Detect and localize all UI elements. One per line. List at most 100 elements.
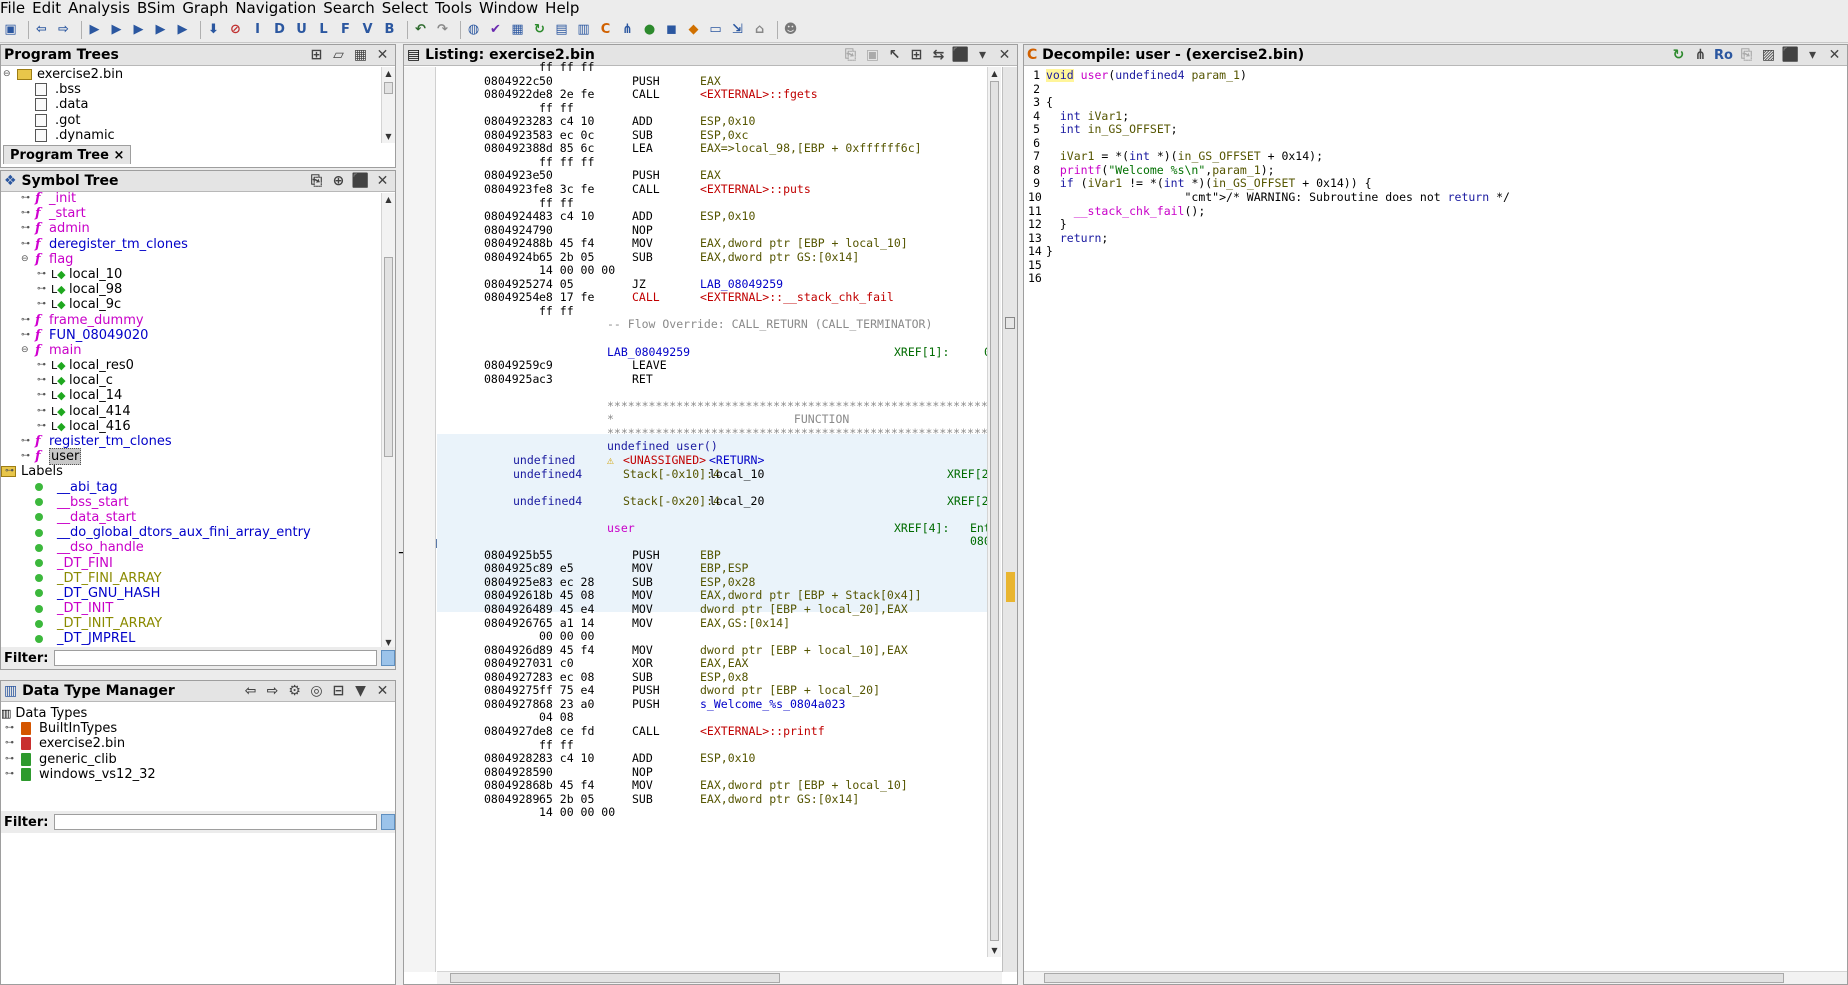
listing-row[interactable]: ff ff	[437, 304, 997, 319]
scroll-down-icon[interactable]: ▼	[988, 944, 1001, 957]
scroll-down-icon[interactable]: ▼	[382, 130, 395, 143]
close-icon[interactable]: ✕	[374, 683, 391, 700]
run-icon[interactable]: ●	[641, 21, 658, 38]
symbol-item[interactable]: ⊶ f FUN_08049020	[1, 328, 380, 343]
expand-icon[interactable]: ⊶	[37, 419, 46, 434]
refresh-icon[interactable]: ↻	[531, 21, 548, 38]
next-instruction-icon[interactable]: ▶	[86, 21, 103, 38]
decompile-line[interactable]: 6	[1028, 136, 1046, 151]
menu-help[interactable]: Help	[545, 0, 586, 17]
symbol-item[interactable]: ⊶ L◆ local_res0	[1, 358, 380, 373]
copy-icon[interactable]: ⎘	[1738, 47, 1755, 64]
scroll-up-icon[interactable]: ▲	[382, 67, 395, 80]
decompile-line[interactable]: 1 void user(undefined4 param_1)	[1028, 69, 1247, 83]
listing-row[interactable]: 08049259 c9 LEAVE	[437, 359, 997, 373]
symbol-item[interactable]: ⊶ L◆ local_9c	[1, 297, 380, 312]
listing-row[interactable]: ff ff	[437, 738, 997, 753]
scroll-thumb[interactable]	[450, 973, 780, 983]
listing-row[interactable]: ff ff ff	[437, 155, 997, 170]
close-icon[interactable]: ✕	[374, 47, 391, 64]
listing-row[interactable]: 0804923e 50 PUSH EAX	[437, 169, 997, 183]
menu-analysis[interactable]: Analysis	[68, 0, 137, 17]
expand-icon[interactable]: ⊶	[5, 721, 14, 736]
symbol-filter-input[interactable]	[54, 650, 378, 666]
expand-icon[interactable]: ⊶	[5, 464, 14, 479]
spin-icon[interactable]: ◎	[308, 683, 325, 700]
symbol-item[interactable]: ⊶ L◆ local_416	[1, 419, 380, 434]
next-undefined-icon[interactable]: ▶	[130, 21, 147, 38]
next-function-icon[interactable]: ▶	[174, 21, 191, 38]
dtm-item[interactable]: ⊶ generic_clib	[1, 752, 380, 767]
symbol-item[interactable]: _DT_FINI_ARRAY	[1, 571, 380, 586]
listing-label-row[interactable]: LAB_08049259 XREF[1]: 0804	[437, 345, 997, 360]
listing-row[interactable]: 08049254 e8 17 fe CALL <EXTERNAL>::__stack_…	[437, 291, 997, 305]
dtm-filter-input[interactable]	[54, 814, 378, 830]
expand-icon[interactable]: ⊶	[5, 736, 14, 751]
symbol-item[interactable]: __dso_handle	[1, 540, 380, 555]
listing-row[interactable]: ff ff	[437, 196, 997, 211]
expand-icon[interactable]: ⊶	[37, 388, 46, 403]
home-icon[interactable]: ⌂	[751, 21, 768, 38]
expand-icon[interactable]: ⊶	[21, 434, 30, 449]
dtm-root[interactable]: ▥ Data Types	[1, 706, 380, 721]
bytes-icon[interactable]: ▦	[509, 21, 526, 38]
symbol-item[interactable]: ⊶ f _start	[1, 206, 380, 221]
snapshot-icon[interactable]: ⬛	[352, 173, 369, 190]
decompile-line[interactable]: 4 int iVar1;	[1028, 109, 1129, 124]
symbol-item[interactable]: ⊶ f admin	[1, 221, 380, 236]
symbol-item[interactable]: ⊶ f frame_dummy	[1, 313, 380, 328]
listing-row[interactable]: 08049275 ff 75 e4 PUSH dword ptr [EBP + loc…	[437, 684, 997, 698]
next-label-icon[interactable]: ▶	[152, 21, 169, 38]
symbol-item[interactable]: ⊶ f _init	[1, 191, 380, 206]
listing-hscrollbar[interactable]	[437, 971, 1002, 984]
disassemble-icon[interactable]: I	[249, 21, 266, 38]
listing-row[interactable]: 08049278 68 23 a0 PUSH s_Welcome_%s_0804a02…	[437, 697, 997, 712]
decompile-line[interactable]: 3{	[1028, 95, 1053, 110]
refresh-icon[interactable]: ↻	[1670, 47, 1687, 64]
decompile-line[interactable]: 5 int in_GS_OFFSET;	[1028, 122, 1178, 137]
expand-icon[interactable]: ⊶	[37, 297, 46, 312]
menu-window[interactable]: Window	[479, 0, 545, 17]
listing-row[interactable]: 0804925c 89 e5 MOV EBP,ESP	[437, 562, 997, 576]
listing-row[interactable]: 08049285 90 NOP	[437, 765, 997, 780]
listing-row[interactable]: 08049286 8b 45 f4 MOV EAX,dword ptr [EBP + …	[437, 779, 997, 793]
calc-icon[interactable]: ▥	[575, 21, 592, 38]
symbol-item[interactable]: ⊶ f register_tm_clones	[1, 434, 380, 449]
listing-row[interactable]: 0804925e 83 ec 28 SUB ESP,0x28	[437, 575, 997, 590]
symbol-item[interactable]: _DT_GNU_HASH	[1, 586, 380, 601]
symbol-item[interactable]: ⊶ Labels	[1, 464, 380, 479]
listing-row[interactable]: 08049252 74 05 JZ LAB_08049259	[437, 277, 997, 292]
function-signature[interactable]: undefined user()	[607, 440, 718, 454]
data-icon[interactable]: D	[271, 21, 288, 38]
menu-icon[interactable]: ▼	[352, 683, 369, 700]
table-icon[interactable]: ▤	[553, 21, 570, 38]
listing-row[interactable]: 08049267 65 a1 14 MOV EAX,GS:[0x14]	[437, 616, 997, 631]
listing-row[interactable]: 14 00 00 00	[437, 806, 997, 820]
snapshot-icon[interactable]: ⬛	[1782, 47, 1799, 64]
symbol-item[interactable]: ⊖ f flag	[1, 252, 380, 267]
expand-icon[interactable]: ⊶	[21, 449, 30, 464]
decompile-line[interactable]: 14}	[1028, 244, 1053, 259]
symbol-item[interactable]: ⊶ f deregister_tm_clones	[1, 237, 380, 252]
terminal-icon[interactable]: ◼	[663, 21, 680, 38]
function-icon[interactable]: F	[337, 21, 354, 38]
tree-item[interactable]: .bss	[1, 82, 380, 97]
symbol-tree-scrollbar[interactable]: ▲ ▼	[381, 193, 395, 649]
symbol-item[interactable]: ⊶ L◆ local_10	[1, 267, 380, 282]
listing-row[interactable]: 04 08	[437, 711, 997, 725]
listing-row[interactable]: 00 00 00	[437, 630, 997, 644]
save-icon[interactable]: ▣	[2, 21, 19, 38]
function-label-row[interactable]: user XREF[4]: Entr	[437, 521, 997, 536]
check-icon[interactable]: ✔	[487, 21, 504, 38]
expand-icon[interactable]: ⊶	[37, 358, 46, 373]
decompile-line[interactable]: 13 return;	[1028, 231, 1108, 246]
namespace-icon[interactable]: ⎘	[308, 173, 325, 190]
forward-icon[interactable]: ⇨	[264, 683, 281, 700]
export-icon[interactable]: ⇲	[729, 21, 746, 38]
open-folder-icon[interactable]: ▱	[330, 47, 347, 64]
globe-icon[interactable]: ◍	[465, 21, 482, 38]
expand-icon[interactable]: ⊶	[5, 767, 14, 782]
listing-row[interactable]: 0804926d 89 45 f4 MOV dword ptr [EBP + loca…	[437, 643, 997, 658]
decompile-line[interactable]: 2	[1028, 82, 1046, 97]
expand-icon[interactable]: ⊶	[21, 328, 30, 343]
